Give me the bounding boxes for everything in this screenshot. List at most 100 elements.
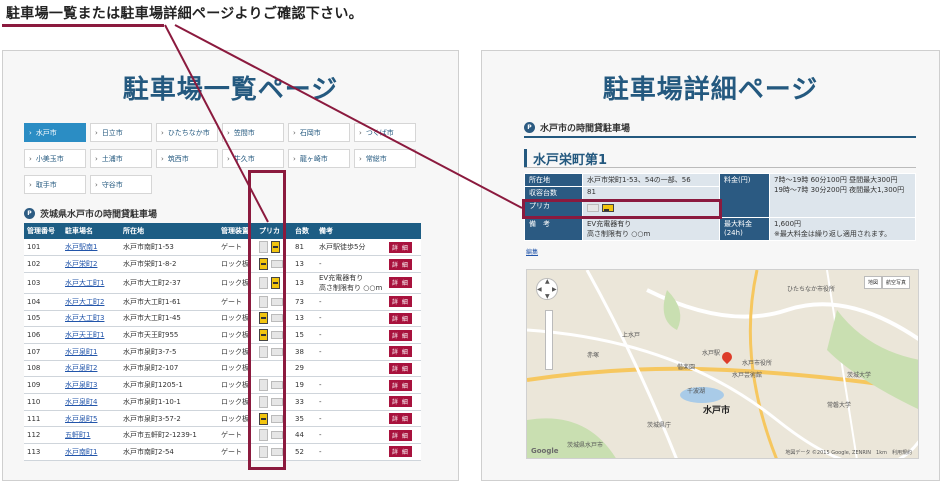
map-attribution: 地図データ ©2015 Google, ZENRIN 1km 利用規約 (785, 450, 912, 456)
cell-name-link[interactable]: 水戸天王町1 (62, 326, 120, 344)
cell-name-link[interactable]: 水戸泉町1 (62, 343, 120, 361)
cell-address: 水戸市五軒町2-1239-1 (120, 426, 218, 445)
city-button[interactable]: › 小美玉市 (24, 149, 86, 168)
table-row: 109 水戸泉町3 水戸市泉町1205-1 ロック板 19- 詳 細 (24, 376, 421, 394)
detail-button[interactable]: 詳 細 (389, 312, 412, 324)
cell-id: 110 (24, 393, 62, 411)
cell-name-link[interactable]: 水戸泉町5 (62, 410, 120, 428)
chevron-right-icon: › (95, 180, 98, 189)
cell-count: 13 (292, 255, 316, 273)
pan-up-icon[interactable]: ▲ (545, 278, 550, 285)
detail-button[interactable]: 詳 細 (389, 241, 412, 253)
table-row: 108 水戸泉町2 水戸市泉町2-107 ロック板 29 詳 細 (24, 360, 421, 378)
cell-address: 水戸市泉町1205-1 (120, 376, 218, 394)
city-button[interactable]: › つくば市 (354, 123, 416, 142)
detail-button[interactable]: 詳 細 (389, 379, 412, 391)
cell-count: 44 (292, 426, 316, 445)
location-map[interactable]: ▲ ▼ ◀ ▶ 地図 航空写真 水戸市 ひたちなか市役所 水戸駅 茨城県庁 偕楽… (526, 269, 919, 459)
city-button[interactable]: › 常総市 (354, 149, 416, 168)
map-pan-control[interactable]: ▲ ▼ ◀ ▶ (536, 278, 558, 300)
detail-button[interactable]: 詳 細 (389, 296, 412, 308)
note-line-2: 高さ制限有り ○○m (319, 283, 383, 292)
note-line-1: - (319, 447, 322, 456)
chevron-right-icon: › (161, 154, 164, 163)
parking-icon: P (524, 122, 535, 133)
cell-name-link[interactable]: 水戸大工町2 (62, 293, 120, 311)
cell-id: 102 (24, 255, 62, 273)
cell-name-link[interactable]: 水戸泉町2 (62, 360, 120, 378)
pan-down-icon[interactable]: ▼ (545, 293, 550, 300)
page-caption: 駐車場一覧または駐車場詳細ページよりご確認下さい。 (6, 6, 363, 22)
map-label: ひたちなか市役所 (787, 286, 836, 293)
fee-value: 7時〜19時 60分100円 昼間最大300円 19時〜7時 30分200円 夜… (769, 173, 916, 218)
cell-detail: 詳 細 (386, 239, 421, 257)
city-button[interactable]: › 日立市 (90, 123, 152, 142)
cell-detail: 詳 細 (386, 326, 421, 344)
pan-right-icon[interactable]: ▶ (552, 286, 557, 293)
cell-address: 水戸市南町1-53 (120, 239, 218, 257)
cell-name-link[interactable]: 水戸駅南1 (62, 239, 120, 257)
table-row: 104 水戸大工町2 水戸市大工町1-61 ゲート 73- 詳 細 (24, 293, 421, 311)
cell-name-link[interactable]: 水戸泉町4 (62, 393, 120, 411)
parking-list-table: 管理番号 駐車場名 所在地 管理装置 プリカ 台数 備考 101 水戸駅南1 水戸市南町1-53… (24, 223, 421, 461)
detail-button[interactable]: 詳 細 (389, 446, 412, 458)
edit-link[interactable]: 編集 (526, 247, 538, 256)
city-button[interactable]: › 龍ヶ崎市 (288, 149, 350, 168)
city-button[interactable]: › 取手市 (24, 175, 86, 194)
cell-id: 108 (24, 360, 62, 378)
chevron-right-icon: › (293, 128, 296, 137)
map-zoom-slider[interactable] (545, 310, 553, 370)
detail-button[interactable]: 詳 細 (389, 362, 412, 374)
chevron-right-icon: › (293, 154, 296, 163)
cell-detail: 詳 細 (386, 393, 421, 411)
chevron-right-icon: › (29, 128, 32, 137)
detail-button[interactable]: 詳 細 (389, 396, 412, 408)
table-row: 113 水戸南町1 水戸市南町2-54 ゲート 52- 詳 細 (24, 443, 421, 461)
note-line-1: - (319, 260, 322, 269)
cell-count: 13 (292, 310, 316, 328)
city-button-label: 石岡市 (299, 128, 321, 137)
map-label: 水戸市役所 (742, 360, 773, 367)
chevron-right-icon: › (95, 154, 98, 163)
city-button[interactable]: › 筑西市 (156, 149, 218, 168)
cell-detail: 詳 細 (386, 443, 421, 461)
map-label: 千波湖 (687, 388, 706, 395)
cell-count: 13 (292, 272, 316, 294)
detail-button[interactable]: 詳 細 (389, 346, 412, 358)
city-button[interactable]: › 土浦市 (90, 149, 152, 168)
city-button[interactable]: › 笠間市 (222, 123, 284, 142)
detail-button[interactable]: 詳 細 (389, 277, 412, 289)
city-button[interactable]: › ひたちなか市 (156, 123, 218, 142)
note-line-1: - (319, 347, 322, 356)
cell-count: 15 (292, 326, 316, 344)
map-label: 常磐大学 (827, 402, 852, 409)
cell-name-link[interactable]: 五軒町1 (62, 426, 120, 445)
city-button[interactable]: › 石岡市 (288, 123, 350, 142)
cell-note: - (316, 310, 386, 328)
chevron-right-icon: › (29, 154, 32, 163)
detail-button[interactable]: 詳 細 (389, 413, 412, 425)
cell-address: 水戸市大工町1-61 (120, 293, 218, 311)
pan-left-icon[interactable]: ◀ (537, 286, 542, 293)
cell-count: 19 (292, 376, 316, 394)
map-type-map[interactable]: 地図 (863, 276, 882, 289)
city-button-label: つくば市 (365, 128, 394, 137)
detail-button[interactable]: 詳 細 (389, 429, 412, 441)
note-line-1: - (319, 397, 322, 406)
map-type-satellite[interactable]: 航空写真 (881, 276, 910, 289)
cell-name-link[interactable]: 水戸大工町3 (62, 310, 120, 328)
city-button-label: 筑西市 (167, 154, 189, 163)
cell-name-link[interactable]: 水戸大工町1 (62, 272, 120, 294)
city-button[interactable]: › 守谷市 (90, 175, 152, 194)
cell-count: 35 (292, 410, 316, 428)
cell-name-link[interactable]: 水戸南町1 (62, 443, 120, 461)
map-label: 茨城大学 (847, 372, 872, 379)
detail-button[interactable]: 詳 細 (389, 329, 412, 341)
city-button[interactable]: › 水戸市 (24, 123, 86, 142)
cell-name-link[interactable]: 水戸泉町3 (62, 376, 120, 394)
cell-name-link[interactable]: 水戸栄町2 (62, 255, 120, 273)
cell-count: 29 (292, 360, 316, 378)
city-button[interactable]: › 牛久市 (222, 149, 284, 168)
detail-button[interactable]: 詳 細 (389, 258, 412, 270)
address-value: 水戸市栄町1-53、54の一部、56 (582, 173, 720, 187)
